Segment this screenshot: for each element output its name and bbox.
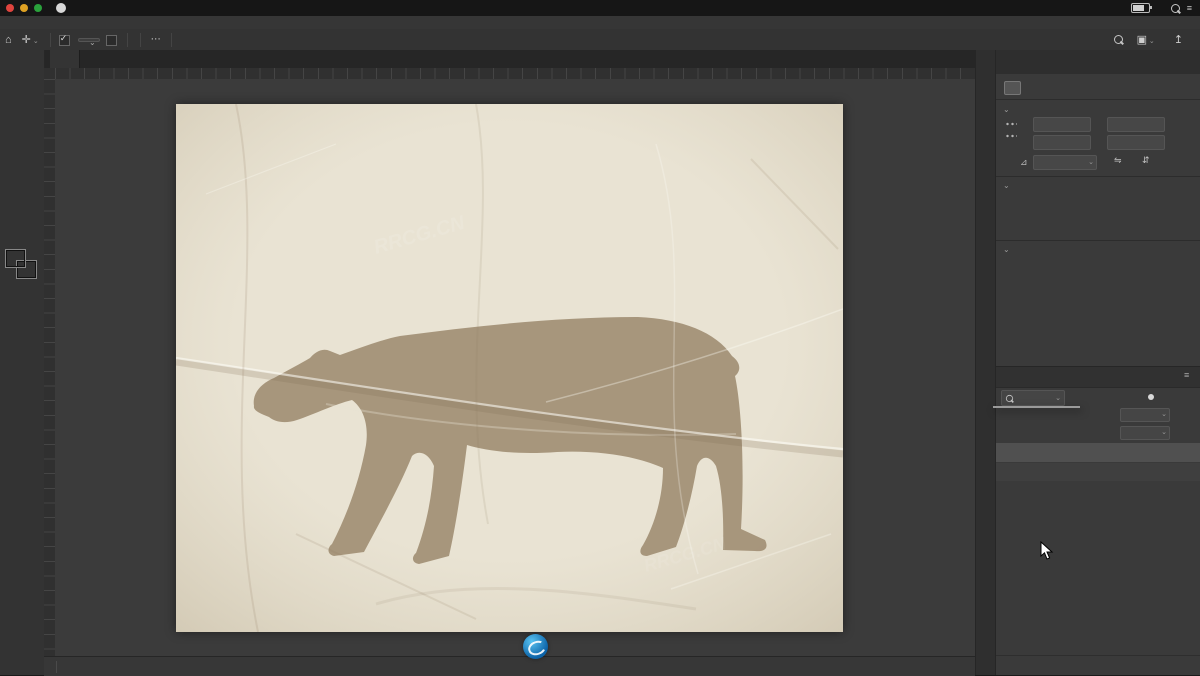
- bear-artwork-svg: RRCG.CN RRCG.CN: [175, 103, 844, 633]
- x-field[interactable]: [1107, 117, 1165, 132]
- divider: [170, 32, 172, 47]
- canvas-area[interactable]: RRCG.CN RRCG.CN: [55, 79, 975, 656]
- search-icon[interactable]: [1113, 35, 1123, 44]
- filter-toggle-dot[interactable]: [1148, 394, 1154, 400]
- collapsed-panels-strip: [975, 50, 996, 675]
- more-options-icon[interactable]: ⋯: [147, 34, 165, 45]
- width-field[interactable]: [1033, 117, 1091, 132]
- share-icon[interactable]: ↥: [1174, 33, 1183, 46]
- divider: [996, 99, 1200, 100]
- opacity-field[interactable]: ⌄: [1120, 408, 1170, 422]
- options-bar-right: ▣ ⌄ ↥: [1113, 33, 1200, 46]
- pixel-layer-icon: [1004, 81, 1021, 95]
- document-image[interactable]: RRCG.CN RRCG.CN: [175, 103, 844, 633]
- panel-menu-icon[interactable]: ≡: [1184, 370, 1189, 380]
- layer-row-selected[interactable]: [996, 443, 1200, 462]
- align-section-header[interactable]: ⌄: [1003, 180, 1014, 190]
- right-panel: ⌄ ⊿ ⌄ ⇋ ⇵ ⌄ ⌄ ≡ ⌄ ⌄ ⌄: [995, 50, 1200, 675]
- home-icon[interactable]: ⌂: [5, 34, 12, 46]
- divider: [126, 32, 128, 47]
- chevron-down-icon: ⌄: [1055, 395, 1061, 402]
- flip-vertical-icon[interactable]: ⇵: [1142, 155, 1150, 166]
- divider: [996, 176, 1200, 177]
- divider: [56, 660, 57, 673]
- traffic-light-minimize[interactable]: [20, 4, 28, 12]
- chevron-down-icon: ⌄: [1088, 159, 1094, 166]
- auto-select-dropdown[interactable]: [77, 37, 100, 47]
- chevron-down-icon: ⌄: [1161, 411, 1167, 418]
- control-center-icon[interactable]: ≡: [1187, 3, 1192, 13]
- tools-panel: [0, 50, 45, 675]
- mouse-cursor: [1040, 541, 1054, 560]
- photoshop-app: { "window": { "title": "Adobe Photoshop …: [0, 0, 1200, 676]
- chevron-down-icon: ⌄: [1161, 429, 1167, 436]
- blend-mode-menu: [993, 406, 1080, 408]
- layer-filter-kind[interactable]: ⌄: [1001, 390, 1065, 406]
- angle-field[interactable]: ⌄: [1033, 155, 1097, 170]
- battery-icon: [1130, 3, 1152, 13]
- document-tab-bar: [44, 50, 975, 69]
- traffic-light-zoom[interactable]: [34, 4, 42, 12]
- divider: [49, 32, 51, 47]
- foreground-color-swatch[interactable]: [5, 249, 26, 268]
- watermark-logo-icon: [523, 634, 548, 659]
- search-icon: [1005, 394, 1014, 402]
- reference-point-icon[interactable]: [1005, 118, 1017, 144]
- auto-select-checkbox[interactable]: [58, 33, 70, 46]
- panel-tabs: [996, 50, 1200, 74]
- layers-panel-header: ≡: [996, 366, 1200, 388]
- chevron-down-icon: ⌄: [1003, 181, 1010, 190]
- flip-horizontal-icon[interactable]: ⇋: [1114, 155, 1122, 166]
- watermark-brand: [523, 634, 556, 659]
- layer-row-background[interactable]: [996, 463, 1200, 481]
- apple-menu-icon[interactable]: [56, 3, 66, 13]
- spotlight-icon[interactable]: [1170, 3, 1180, 13]
- macos-menubar: ≡: [0, 0, 1200, 16]
- chevron-down-icon: ⌄: [1003, 105, 1010, 114]
- show-transform-checkbox[interactable]: [105, 35, 117, 46]
- rotate-angle-icon: ⊿: [1020, 157, 1028, 167]
- layers-bottom-toolbar: [996, 655, 1200, 676]
- workspace-icon[interactable]: ▣ ⌄: [1137, 33, 1155, 46]
- traffic-light-close[interactable]: [6, 4, 14, 12]
- move-tool-preset-icon[interactable]: ✛ ⌄: [22, 33, 39, 46]
- options-bar: ⌂ ✛ ⌄ ⋯ ▣ ⌄ ↥: [0, 29, 1200, 51]
- status-bar: [44, 656, 975, 676]
- menubar-status-area: ≡: [1117, 3, 1200, 13]
- transform-section-header[interactable]: ⌄: [1003, 104, 1014, 114]
- quick-actions-header[interactable]: ⌄: [1003, 244, 1014, 254]
- color-swatches: [5, 249, 38, 280]
- window-titlebar: [0, 16, 1200, 30]
- y-field[interactable]: [1107, 135, 1165, 150]
- document-tab[interactable]: [50, 50, 80, 68]
- chevron-down-icon: ⌄: [1003, 245, 1010, 254]
- fill-field[interactable]: ⌄: [1120, 426, 1170, 440]
- height-field[interactable]: [1033, 135, 1091, 150]
- divider: [996, 240, 1200, 241]
- divider: [139, 32, 141, 47]
